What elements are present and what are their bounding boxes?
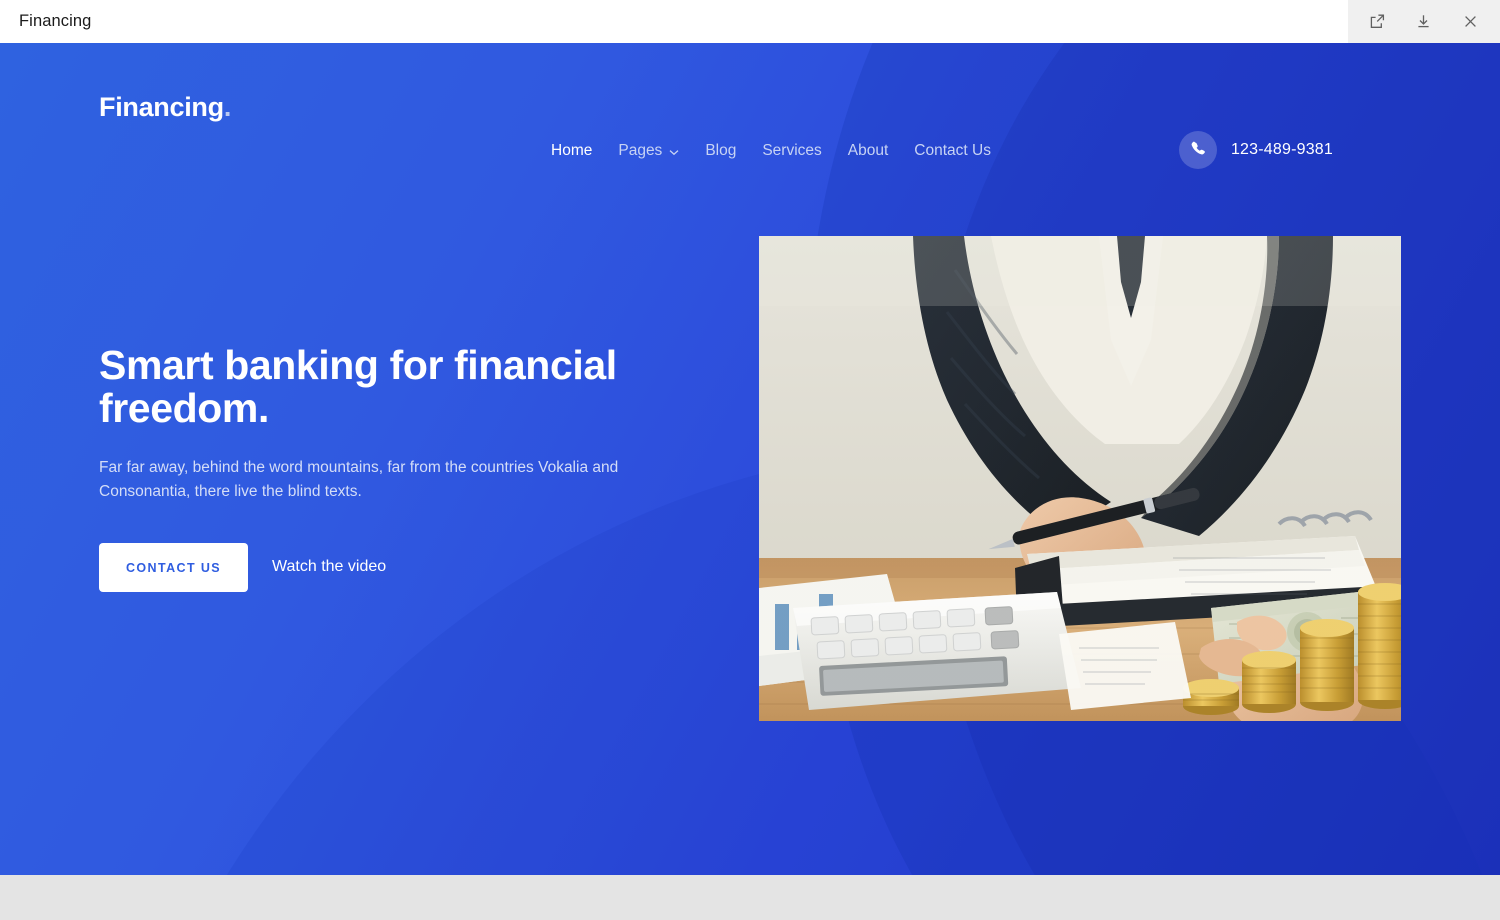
brand-logo[interactable]: Financing.: [99, 92, 231, 123]
nav-item-blog[interactable]: Blog: [692, 139, 749, 163]
nav-item-about-label: About: [847, 142, 889, 159]
watch-video-link[interactable]: Watch the video: [272, 558, 386, 576]
nav-item-home-label: Home: [551, 142, 593, 159]
nav-item-about[interactable]: About: [835, 139, 902, 163]
hero-headline: Smart banking for financial freedom.: [99, 342, 617, 432]
page-below-fold: [0, 875, 1500, 920]
hero-paragraph: Far far away, behind the word mountains,…: [99, 458, 619, 501]
brand-logo-dot: .: [223, 91, 232, 122]
header-phone-link[interactable]: 123-489-9381: [1178, 131, 1333, 169]
main-navigation: Home Pages Blog Services About Contact U…: [551, 138, 1004, 164]
nav-item-contact-us[interactable]: Contact Us: [901, 139, 1004, 163]
hero-image-artwork: [759, 236, 1401, 721]
phone-icon: [1190, 140, 1206, 161]
download-icon: [1415, 13, 1432, 30]
hero-image: [759, 236, 1401, 721]
download-button[interactable]: [1407, 7, 1441, 37]
contact-us-button[interactable]: CONTACT US: [99, 542, 249, 592]
nav-item-home[interactable]: Home: [551, 139, 605, 163]
window-title: Financing: [19, 12, 92, 30]
nav-item-blog-label: Blog: [705, 142, 737, 159]
window-chrome: Financing: [0, 0, 1500, 43]
nav-item-services-label: Services: [762, 142, 822, 159]
window-action-group: [1348, 0, 1500, 43]
header-phone-number: 123-489-9381: [1230, 141, 1333, 158]
hero-section: Financing. Home Pages Blog Services Abou…: [0, 43, 1500, 875]
nav-item-pages[interactable]: Pages: [605, 138, 692, 164]
nav-item-contact-us-label: Contact Us: [914, 142, 991, 159]
open-external-icon: [1369, 13, 1386, 30]
hero-copy: Smart banking for financial freedom. Far…: [99, 342, 729, 592]
close-icon: [1462, 13, 1479, 30]
site-header: Financing. Home Pages Blog Services Abou…: [0, 43, 1500, 171]
chevron-down-icon: [669, 140, 679, 164]
hero-action-group: CONTACT US Watch the video: [99, 542, 729, 592]
nav-item-pages-label: Pages: [618, 142, 663, 159]
nav-item-services[interactable]: Services: [749, 139, 834, 163]
phone-icon-circle: [1178, 131, 1217, 169]
close-button[interactable]: [1454, 7, 1488, 37]
brand-logo-text: Financing: [99, 91, 224, 122]
open-external-button[interactable]: [1360, 7, 1394, 37]
